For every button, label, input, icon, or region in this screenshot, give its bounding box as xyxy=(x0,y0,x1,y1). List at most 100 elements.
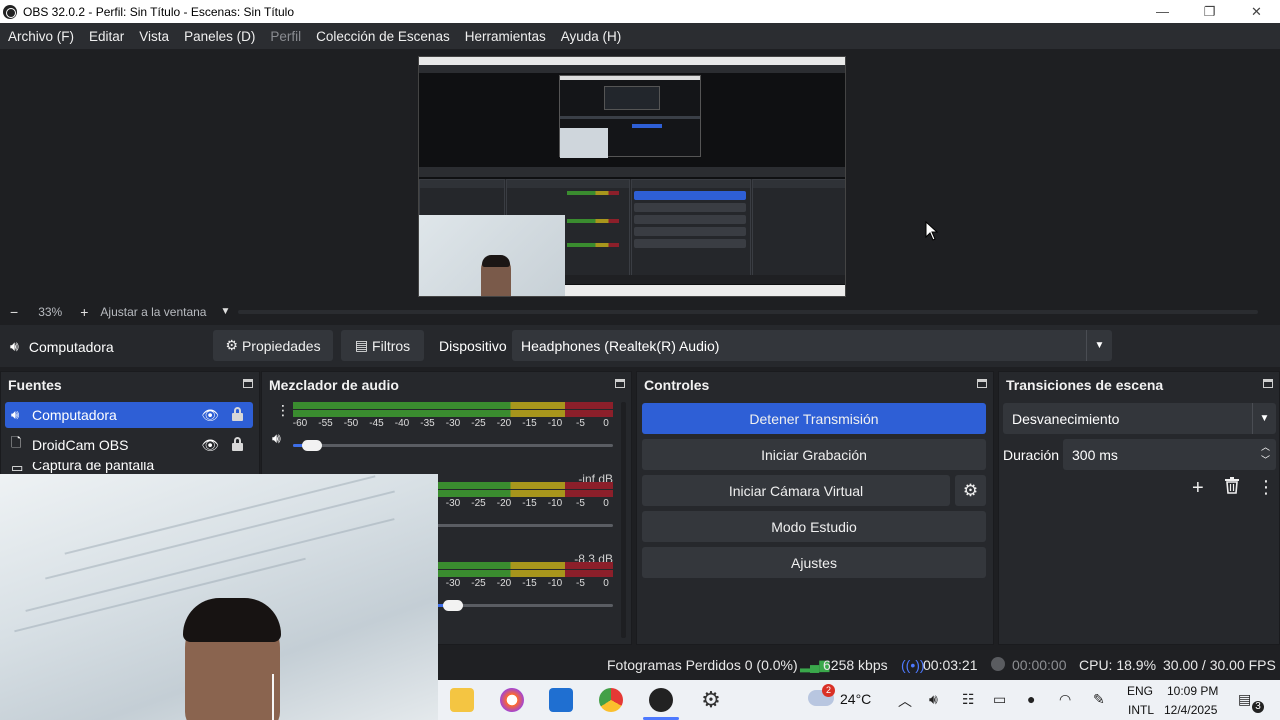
preview-area[interactable] xyxy=(0,49,1280,301)
meter-scale-label: -5 xyxy=(576,578,585,589)
source-row-captura[interactable]: ▭ Captura de pantalla xyxy=(5,462,253,474)
speaker-icon: 🔊︎ xyxy=(10,338,19,354)
transition-menu-icon[interactable]: ⋮ xyxy=(1257,477,1275,498)
zoom-out-button[interactable]: − xyxy=(10,304,18,320)
chevron-up-icon[interactable]: ︿ xyxy=(898,691,912,711)
preview-menubar xyxy=(419,65,845,73)
meter-scale-label: -10 xyxy=(547,578,563,589)
studio-mode-button[interactable]: Modo Estudio xyxy=(642,511,986,542)
meter-scale-label: -5 xyxy=(576,498,585,509)
language-bottom[interactable]: INTL xyxy=(1128,703,1154,717)
preview-zoom-bar: − 33% + Ajustar a la ventana ▼ xyxy=(0,301,1280,322)
add-transition-plus-icon[interactable]: + xyxy=(1192,477,1204,500)
sources-title: Fuentes xyxy=(8,377,62,393)
close-button[interactable]: ✕ xyxy=(1233,0,1280,23)
menu-editar[interactable]: Editar xyxy=(89,29,124,44)
volume-slider[interactable] xyxy=(293,444,613,447)
meter-scale-label: -25 xyxy=(471,418,486,429)
device-value: Headphones (Realtek(R) Audio) xyxy=(521,337,720,354)
virtual-camera-settings-gear-icon[interactable]: ⚙ xyxy=(955,475,986,506)
earphone xyxy=(272,674,277,720)
mixer-scrollbar[interactable] xyxy=(621,402,626,638)
transition-value: Desvanecimiento xyxy=(1012,410,1120,427)
meter-scale-label: 0 xyxy=(603,418,609,429)
mute-speaker-icon[interactable]: 🔊︎ xyxy=(272,430,281,447)
device-label: Dispositivo xyxy=(439,338,507,354)
volume-slider-knob[interactable] xyxy=(443,600,463,611)
menu-archivo[interactable]: Archivo (F) xyxy=(8,29,74,44)
source-name: Computadora xyxy=(32,407,117,423)
zoom-dropdown-icon[interactable]: ▼ xyxy=(220,306,230,317)
window-title: OBS 32.0.2 - Perfil: Sin Título - Escena… xyxy=(23,4,295,19)
meter-scale-label: -20 xyxy=(496,578,512,589)
clock-time[interactable]: 10:09 PM xyxy=(1167,684,1218,698)
visibility-eye-icon[interactable]: 👁︎ xyxy=(201,407,219,424)
spin-arrows-icon[interactable]: ︿ ﹀ xyxy=(1261,441,1270,467)
zoom-in-button[interactable]: + xyxy=(80,304,88,320)
properties-label: Propiedades xyxy=(241,337,321,354)
visibility-eye-icon[interactable]: 👁︎ xyxy=(201,437,219,454)
source-name: DroidCam OBS xyxy=(32,437,129,453)
clock-date[interactable]: 12/4/2025 xyxy=(1164,703,1217,717)
fit-to-window-button[interactable]: Ajustar a la ventana xyxy=(100,305,206,319)
undock-icon[interactable] xyxy=(977,379,987,388)
restore-button[interactable]: ❐ xyxy=(1186,0,1233,23)
settings-button[interactable]: Ajustes xyxy=(642,547,986,578)
undock-icon[interactable] xyxy=(615,379,625,388)
volume-slider-knob[interactable] xyxy=(302,440,322,451)
zoom-level: 33% xyxy=(38,304,63,319)
outlook-icon[interactable] xyxy=(549,688,573,712)
wifi-icon[interactable]: ◠ xyxy=(1059,691,1071,708)
file-explorer-icon[interactable] xyxy=(450,688,474,712)
menu-vista[interactable]: Vista xyxy=(139,29,169,44)
volume-icon[interactable]: 🔊︎ xyxy=(929,691,938,708)
undock-icon[interactable] xyxy=(1263,379,1273,388)
start-recording-button[interactable]: Iniciar Grabación xyxy=(642,439,986,470)
notifications-icon[interactable]: ▤ xyxy=(1238,691,1251,708)
channel-menu-icon[interactable]: ⋮ xyxy=(276,402,290,419)
menu-herramientas[interactable]: Herramientas xyxy=(465,29,546,44)
device-select[interactable]: Headphones (Realtek(R) Audio) ▼ xyxy=(512,330,1112,361)
language-top[interactable]: ENG xyxy=(1127,684,1153,698)
chrome-icon[interactable] xyxy=(599,688,623,712)
minimize-button[interactable]: — xyxy=(1139,0,1186,23)
obs-taskbar-icon[interactable] xyxy=(649,688,673,712)
properties-button[interactable]: ⚙ Propiedades xyxy=(213,330,333,361)
menu-coleccion-escenas[interactable]: Colección de Escenas xyxy=(316,29,450,44)
settings-gear-icon[interactable]: ⚙ xyxy=(699,688,723,712)
meter-scale-label: 0 xyxy=(603,578,609,589)
microphone-icon[interactable]: ● xyxy=(1027,691,1035,707)
start-virtual-camera-button[interactable]: Iniciar Cámara Virtual xyxy=(642,475,950,506)
dropped-frames: Fotogramas Perdidos 0 (0.0%) xyxy=(607,657,798,673)
audio-meter xyxy=(293,410,613,417)
remove-transition-trash-icon[interactable] xyxy=(1224,477,1240,499)
preview-webcam xyxy=(419,215,565,296)
meter-scale-label: -60 xyxy=(292,418,308,429)
record-time: 00:00:00 xyxy=(1012,657,1067,673)
firefox-icon[interactable] xyxy=(500,688,524,712)
menu-ayuda[interactable]: Ayuda (H) xyxy=(561,29,622,44)
undock-icon[interactable] xyxy=(243,379,253,388)
transitions-title: Transiciones de escena xyxy=(1006,377,1164,393)
meter-scale-label: -10 xyxy=(547,498,563,509)
transition-select[interactable]: Desvanecimiento ▼ xyxy=(1003,403,1276,434)
lock-icon[interactable] xyxy=(232,437,243,451)
lock-icon[interactable] xyxy=(232,407,243,421)
duration-spinbox[interactable]: 300 ms ︿ ﹀ xyxy=(1063,439,1276,470)
stop-streaming-button[interactable]: Detener Transmisión xyxy=(642,403,986,434)
filters-button[interactable]: ▤ Filtros xyxy=(341,330,424,361)
meter-scale-label: -25 xyxy=(471,578,486,589)
pen-icon[interactable]: ✎ xyxy=(1093,691,1105,708)
menu-bar: Archivo (F) Editar Vista Paneles (D) Per… xyxy=(0,23,1280,49)
meter-scale-label: -15 xyxy=(522,578,537,589)
taskview-icon[interactable]: ☷ xyxy=(962,691,975,708)
source-row-droidcam[interactable]: 🗋︎ DroidCam OBS 👁︎ xyxy=(5,432,253,458)
streaming-icon: ((•)) xyxy=(901,657,925,673)
weather-badge: 2 xyxy=(822,684,835,697)
preview-horizontal-scrollbar[interactable] xyxy=(238,310,1258,314)
program-preview[interactable] xyxy=(418,56,846,297)
battery-icon[interactable]: ▭ xyxy=(993,691,1006,708)
menu-paneles[interactable]: Paneles (D) xyxy=(184,29,255,44)
source-row-computadora[interactable]: 🔊︎ Computadora 👁︎ xyxy=(5,402,253,428)
meter-scale-label: -20 xyxy=(496,418,512,429)
